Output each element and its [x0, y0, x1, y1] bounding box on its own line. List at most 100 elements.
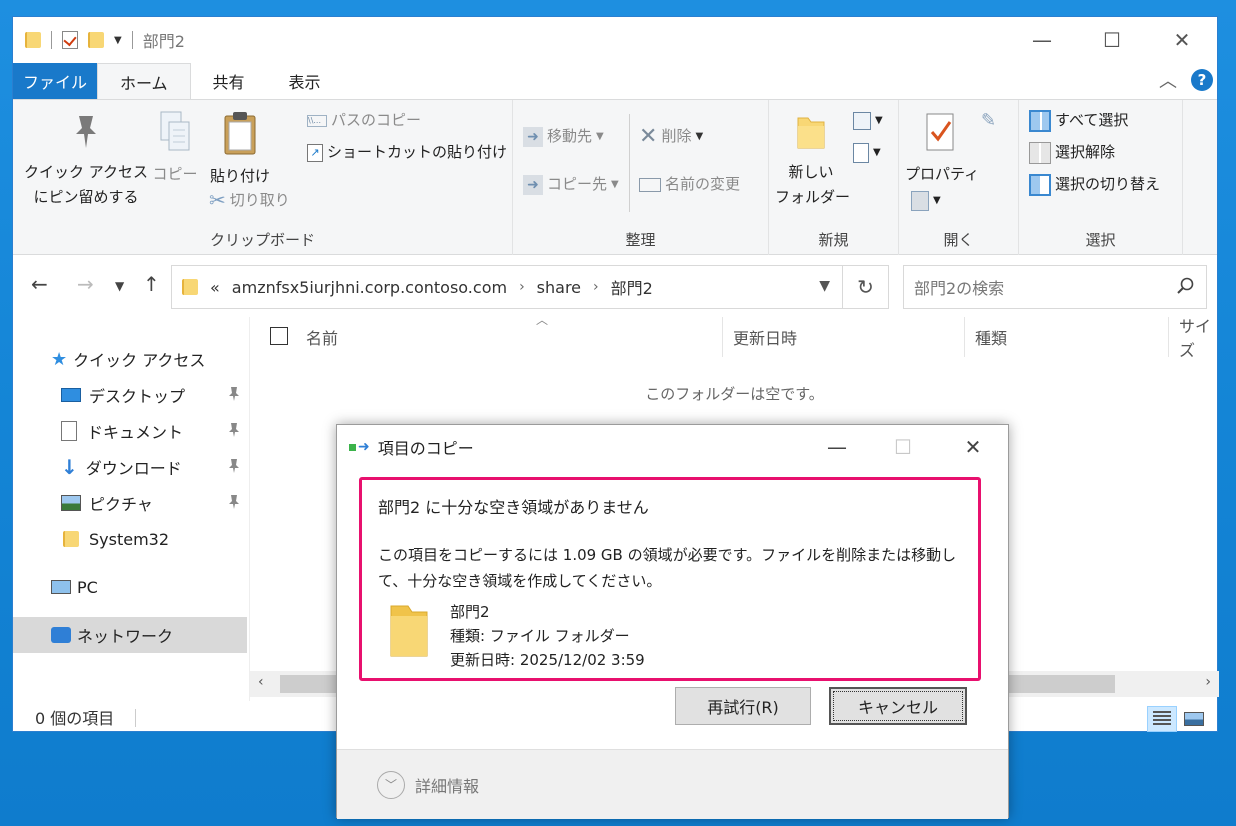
file-type: 種類: ファイル フォルダー [450, 627, 630, 645]
nav-item-documents[interactable]: ドキュメント [13, 413, 247, 449]
nav-item-system32[interactable]: System32 [13, 521, 247, 557]
edit-button[interactable]: ✎ [981, 108, 996, 133]
scroll-left-icon[interactable]: ‹ [258, 674, 264, 690]
nav-item-label: デスクトップ [89, 387, 186, 406]
ribbon-home: クイック アクセス にピン留めする コピー 貼り付け ✂ 切り取り \\... … [13, 99, 1217, 256]
delete-button[interactable]: ✕ 削除 ▼ [639, 124, 703, 149]
move-to-icon: ➜ [523, 126, 543, 147]
minimize-button[interactable]: — [1007, 17, 1077, 63]
easy-access-button[interactable]: ▼ [853, 140, 881, 165]
back-arrow-icon[interactable]: ← [31, 272, 48, 296]
properties-button[interactable]: プロパティ [905, 112, 979, 187]
properties-icon[interactable] [62, 31, 78, 49]
paste-shortcut-button[interactable]: ↗ ショートカットの貼り付け [307, 140, 507, 165]
invert-selection-label: 選択の切り替え [1055, 175, 1161, 193]
select-all-button[interactable]: すべて選択 [1029, 108, 1128, 133]
nav-quick-access[interactable]: ★ クイック アクセス [13, 341, 247, 377]
dialog-maximize-button: ☐ [894, 435, 912, 459]
chevron-down-icon[interactable]: ﹀ [377, 770, 405, 799]
tab-share[interactable]: 共有 [191, 63, 267, 99]
large-icons-view-icon [1184, 712, 1204, 726]
copy-path-button[interactable]: \\... パスのコピー [307, 108, 421, 133]
help-icon[interactable]: ? [1191, 69, 1213, 91]
search-box[interactable]: 部門2の検索 [903, 265, 1207, 309]
search-icon[interactable] [1176, 276, 1196, 296]
recent-locations-chevron-icon[interactable]: ▼ [115, 279, 124, 293]
pin-icon[interactable] [227, 386, 241, 402]
pane-splitter[interactable] [249, 317, 250, 701]
column-size[interactable]: サイズ [1168, 317, 1219, 360]
copy-to-button[interactable]: ➜ コピー先 ▼ [523, 172, 619, 197]
new-folder-button[interactable]: 新しい フォルダー [775, 112, 850, 210]
cancel-button[interactable]: キャンセル [829, 687, 967, 725]
collapse-ribbon-chevron-icon[interactable]: ︿ [1159, 67, 1177, 93]
nav-item-label: ドキュメント [87, 423, 184, 442]
nav-item-pc[interactable]: PC [13, 569, 247, 605]
computer-icon [51, 580, 71, 594]
rename-label: 名前の変更 [665, 175, 741, 193]
pin-icon[interactable] [227, 422, 241, 438]
select-group-label: 選択 [1085, 231, 1116, 249]
up-arrow-icon[interactable]: ↑ [143, 272, 160, 296]
dialog-minimize-button[interactable]: — [805, 425, 869, 469]
rename-button[interactable]: 名前の変更 [639, 172, 740, 197]
folder-icon [390, 605, 428, 657]
breadcrumb-current[interactable]: 部門2 [611, 275, 653, 299]
properties-label: プロパティ [905, 165, 980, 183]
title-bar: ▼ 部門2 — ☐ ✕ [13, 17, 1217, 63]
status-divider [135, 709, 136, 727]
pictures-icon [61, 495, 81, 511]
refresh-icon[interactable]: ↻ [843, 265, 889, 309]
column-type-label: 種類 [975, 329, 1008, 348]
maximize-button[interactable]: ☐ [1077, 17, 1147, 63]
retry-button[interactable]: 再試行(R) [675, 687, 811, 725]
customize-toolbar-dropdown-icon[interactable]: ▼ [114, 35, 122, 46]
new-folder-icon [797, 117, 825, 149]
tab-file[interactable]: ファイル [13, 63, 97, 99]
breadcrumb-share[interactable]: share [537, 278, 581, 297]
pin-icon[interactable] [227, 458, 241, 474]
new-folder-icon[interactable] [88, 32, 104, 48]
close-button[interactable]: ✕ [1147, 17, 1217, 63]
invert-selection-button[interactable]: 選択の切り替え [1029, 172, 1160, 197]
item-count: 0 個の項目 [35, 709, 115, 728]
tab-home[interactable]: ホーム [97, 63, 191, 99]
forward-arrow-icon[interactable]: → [77, 272, 94, 296]
select-none-button[interactable]: 選択解除 [1029, 140, 1115, 165]
nav-item-network[interactable]: ネットワーク [13, 617, 247, 653]
column-modified[interactable]: 更新日時 [722, 317, 964, 357]
nav-item-desktop[interactable]: デスクトップ [13, 377, 247, 413]
column-name[interactable]: 名前 ︿ [296, 313, 708, 357]
breadcrumb-server[interactable]: amznfsx5iurjhni.corp.contoso.com [232, 278, 507, 297]
address-bar[interactable]: « amznfsx5iurjhni.corp.contoso.com › sha… [171, 265, 843, 309]
file-details: 部門2 種類: ファイル フォルダー 更新日時: 2025/12/02 3:59 [450, 600, 645, 672]
properties-check-icon [926, 113, 954, 151]
cut-button[interactable]: ✂ 切り取り [209, 188, 290, 213]
new-item-button[interactable]: ▼ [853, 108, 883, 133]
breadcrumb-overflow[interactable]: « [210, 278, 220, 297]
address-history-chevron-icon[interactable]: ▼ [819, 278, 830, 294]
copy-button[interactable]: コピー [151, 110, 199, 187]
select-all-checkbox[interactable] [270, 327, 288, 345]
scroll-right-icon[interactable]: › [1205, 674, 1211, 690]
breadcrumb-separator-icon[interactable]: › [593, 279, 599, 295]
pin-icon[interactable] [227, 494, 241, 510]
open-with-button[interactable]: ▼ [911, 188, 941, 213]
copy-to-icon: ➜ [523, 174, 543, 195]
nav-item-label: ネットワーク [77, 627, 174, 646]
column-type[interactable]: 種類 [964, 317, 1168, 357]
tab-view[interactable]: 表示 [267, 63, 343, 99]
nav-item-downloads[interactable]: ↓ ダウンロード [13, 449, 247, 485]
chevron-down-icon: ▼ [933, 195, 941, 206]
nav-item-pictures[interactable]: ピクチャ [13, 485, 247, 521]
breadcrumb-separator-icon[interactable]: › [519, 279, 525, 295]
document-icon [61, 421, 77, 441]
details-view-button[interactable] [1147, 706, 1177, 732]
large-icons-view-button[interactable] [1179, 706, 1209, 732]
dialog-close-button[interactable]: ✕ [941, 425, 1005, 469]
rename-icon [639, 177, 661, 192]
pin-to-quick-access-button[interactable]: クイック アクセス にピン留めする [23, 112, 149, 210]
more-details-label[interactable]: 詳細情報 [415, 773, 479, 797]
paste-button[interactable]: 貼り付け [207, 110, 273, 189]
move-to-button[interactable]: ➜ 移動先 ▼ [523, 124, 604, 149]
